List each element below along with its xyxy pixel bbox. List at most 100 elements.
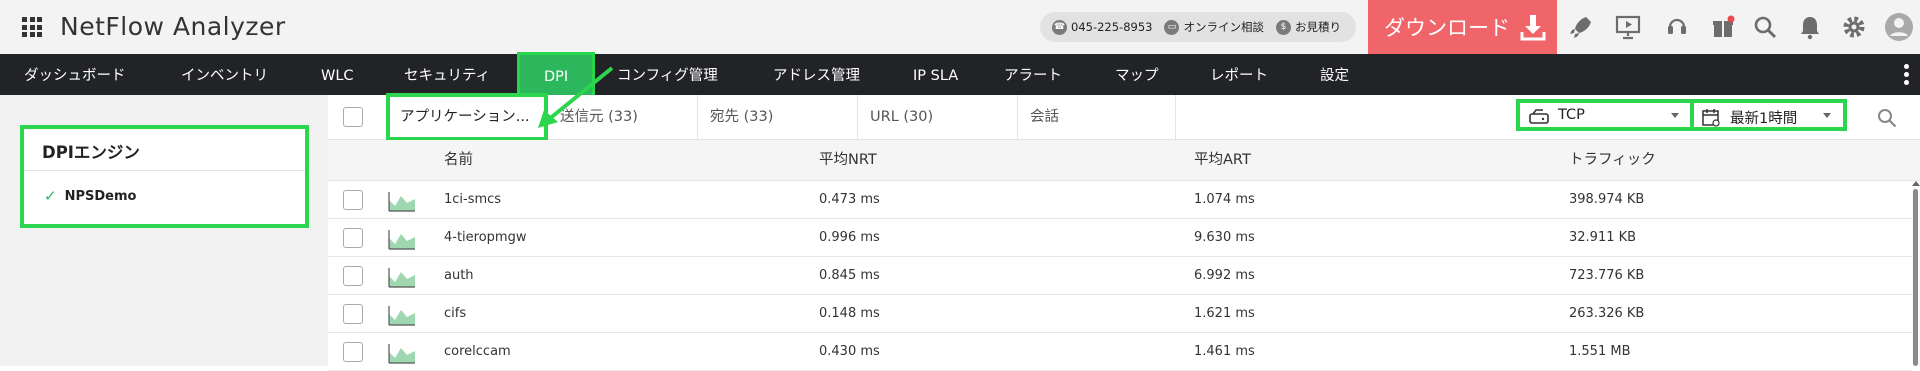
nav-dpi[interactable]: DPI (517, 52, 596, 98)
app-grid-icon[interactable] (22, 17, 42, 37)
area-chart-icon[interactable] (388, 304, 416, 326)
nav-address-management[interactable]: アドレス管理 (773, 54, 860, 95)
avg-nrt-value: 0.430 ms (819, 344, 880, 359)
row-checkbox[interactable] (343, 266, 363, 286)
dollar-icon: $ (1275, 19, 1291, 35)
table-row: auth 0.845 ms 6.992 ms 723.776 KB (328, 257, 1912, 295)
tab-applications[interactable]: アプリケーション... (386, 93, 548, 141)
user-avatar-icon[interactable] (1884, 12, 1914, 42)
traffic-value: 32.911 KB (1569, 230, 1637, 245)
protocol-value: TCP (1558, 107, 1585, 123)
avg-art-value: 9.630 ms (1194, 230, 1255, 245)
app-name[interactable]: corelccam (444, 333, 511, 371)
avg-art-value: 6.992 ms (1194, 268, 1255, 283)
calendar-icon (1702, 109, 1720, 127)
nav-alerts[interactable]: アラート (1004, 54, 1062, 95)
nav-inventory[interactable]: インベントリ (181, 54, 268, 95)
scrollbar-thumb[interactable] (1913, 189, 1918, 366)
nav-maps[interactable]: マップ (1115, 54, 1159, 95)
engine-item-npsdemo[interactable]: ✓ NPSDemo (44, 187, 136, 205)
chat-icon: ▭ (1164, 19, 1180, 35)
more-menu-icon[interactable] (1904, 64, 1910, 85)
card-divider (24, 170, 305, 171)
phone-icon: ☎ (1052, 19, 1067, 35)
online-consult-link[interactable]: ▭ オンライン相談 (1164, 19, 1264, 35)
area-chart-icon[interactable] (388, 342, 416, 364)
applications-table: 名前 平均NRT 平均ART トラフィック 1ci-smcs 0.473 ms … (328, 140, 1920, 371)
tab-conversation[interactable]: 会話 (1018, 95, 1176, 140)
nav-security[interactable]: セキュリティ (404, 54, 490, 95)
tabs-row: アプリケーション... 送信元 (33) 宛先 (33) URL (30) 会話… (328, 93, 1920, 141)
area-chart-icon[interactable] (388, 266, 416, 288)
avg-nrt-value: 0.845 ms (819, 268, 880, 283)
avg-nrt-value: 0.148 ms (819, 306, 880, 321)
app-name[interactable]: auth (444, 257, 474, 295)
vertical-scrollbar[interactable] (1912, 181, 1920, 366)
table-row: corelccam 0.430 ms 1.461 ms 1.551 MB (328, 333, 1912, 371)
nav-dashboard[interactable]: ダッシュボード (24, 54, 126, 95)
app-title: NetFlow Analyzer (60, 12, 286, 41)
left-panel: DPIエンジン ✓ NPSDemo (0, 95, 328, 366)
column-name[interactable]: 名前 (444, 140, 473, 181)
nav-ip-sla[interactable]: IP SLA (913, 54, 958, 95)
bell-icon[interactable] (1797, 14, 1823, 40)
traffic-value: 723.776 KB (1569, 268, 1645, 283)
top-header: NetFlow Analyzer ☎ 045-225-8953 ▭ オンライン相… (0, 0, 1920, 54)
gear-icon[interactable] (1841, 14, 1867, 40)
table-row: cifs 0.148 ms 1.621 ms 263.326 KB (328, 295, 1912, 333)
time-range-value: 最新1時間 (1730, 111, 1798, 127)
column-avg-art[interactable]: 平均ART (1194, 140, 1251, 181)
dpi-engine-title: DPIエンジン (42, 143, 140, 162)
estimate-label: お見積り (1294, 20, 1341, 34)
area-chart-icon[interactable] (388, 190, 416, 212)
search-icon[interactable] (1752, 14, 1778, 40)
row-checkbox[interactable] (343, 190, 363, 210)
column-traffic[interactable]: トラフィック (1569, 140, 1656, 181)
tab-source[interactable]: 送信元 (33) (548, 95, 698, 140)
gift-icon[interactable] (1710, 14, 1736, 40)
traffic-value: 398.974 KB (1569, 192, 1645, 207)
online-consult-label: オンライン相談 (1183, 20, 1264, 34)
tab-destination[interactable]: 宛先 (33) (698, 95, 858, 140)
table-search-icon[interactable] (1876, 107, 1898, 129)
avg-nrt-value: 0.473 ms (819, 192, 880, 207)
row-checkbox[interactable] (343, 304, 363, 324)
nav-settings[interactable]: 設定 (1320, 54, 1349, 95)
table-row: 1ci-smcs 0.473 ms 1.074 ms 398.974 KB (328, 181, 1912, 219)
column-avg-nrt[interactable]: 平均NRT (819, 140, 877, 181)
avg-art-value: 1.621 ms (1194, 306, 1255, 321)
dpi-engine-card: DPIエンジン ✓ NPSDemo (20, 125, 309, 228)
time-range-select[interactable]: 最新1時間 (1690, 99, 1847, 131)
app-name[interactable]: cifs (444, 295, 466, 333)
phone-link[interactable]: ☎ 045-225-8953 (1052, 19, 1153, 35)
engine-name: NPSDemo (64, 188, 137, 204)
chevron-down-icon (1671, 113, 1679, 118)
protocol-select[interactable]: TCP (1516, 99, 1695, 131)
nav-wlc[interactable]: WLC (321, 54, 354, 95)
table-header: 名前 平均NRT 平均ART トラフィック (328, 140, 1920, 181)
router-icon (1529, 109, 1549, 124)
estimate-link[interactable]: $ お見積り (1275, 19, 1341, 35)
avg-nrt-value: 0.996 ms (819, 230, 880, 245)
check-icon: ✓ (44, 187, 57, 205)
presentation-icon[interactable] (1615, 14, 1641, 40)
nav-config-management[interactable]: コンフィグ管理 (617, 54, 718, 95)
app-name[interactable]: 1ci-smcs (444, 181, 501, 219)
tab-url[interactable]: URL (30) (858, 95, 1018, 140)
row-checkbox[interactable] (343, 228, 363, 248)
phone-number: 045-225-8953 (1071, 20, 1153, 34)
download-label: ダウンロード (1384, 16, 1510, 40)
scroll-up-icon[interactable] (1912, 181, 1920, 186)
headset-icon[interactable] (1664, 14, 1690, 40)
row-checkbox[interactable] (343, 342, 363, 362)
chevron-down-icon (1823, 113, 1831, 118)
nav-reports[interactable]: レポート (1210, 54, 1268, 95)
download-icon (1520, 15, 1546, 41)
app-name[interactable]: 4-tieropmgw (444, 219, 526, 257)
area-chart-icon[interactable] (388, 228, 416, 250)
contact-pill: ☎ 045-225-8953 ▭ オンライン相談 $ お見積り (1040, 12, 1356, 42)
main-nav: ダッシュボード インベントリ WLC セキュリティ DPI コンフィグ管理 アド… (0, 52, 1920, 98)
rocket-icon[interactable] (1568, 14, 1594, 40)
download-button[interactable]: ダウンロード (1368, 0, 1557, 54)
select-all-checkbox[interactable] (343, 107, 363, 127)
